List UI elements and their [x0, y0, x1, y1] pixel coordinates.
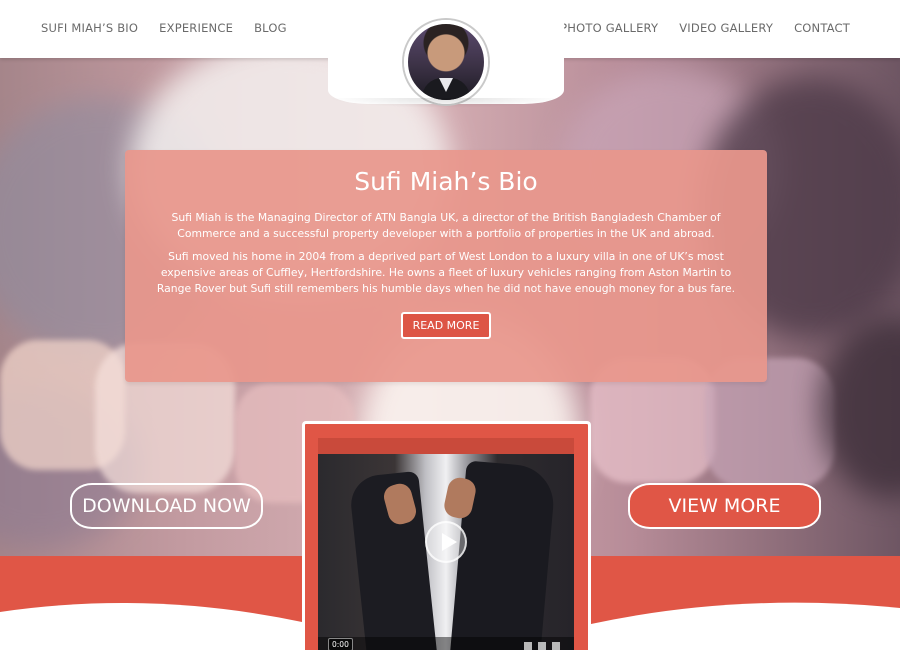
view-more-label: VIEW MORE	[668, 495, 781, 517]
video-box: 0:00	[302, 421, 591, 650]
view-more-button[interactable]: VIEW MORE	[628, 483, 821, 529]
video-header-bar	[318, 438, 574, 454]
video-controls-bar[interactable]	[318, 637, 574, 650]
volume-icon[interactable]	[524, 642, 532, 650]
video-control-icons	[524, 642, 560, 650]
video-player[interactable]: 0:00	[318, 454, 574, 650]
read-more-button[interactable]: READ MORE	[400, 312, 492, 339]
nav-link-photo-gallery[interactable]: PHOTO GALLERY	[560, 21, 658, 35]
play-icon[interactable]	[425, 521, 467, 563]
nav-link-bio[interactable]: SUFI MIAH’S BIO	[41, 21, 138, 35]
nav-right-group: PHOTO GALLERY VIDEO GALLERY CONTACT	[560, 21, 850, 35]
download-now-label: DOWNLOAD NOW	[82, 495, 251, 517]
download-now-button[interactable]: DOWNLOAD NOW	[70, 483, 263, 529]
fullscreen-icon[interactable]	[552, 642, 560, 650]
avatar-tab	[328, 0, 564, 108]
video-time-label: 0:00	[328, 638, 353, 650]
nav-link-contact[interactable]: CONTACT	[794, 21, 850, 35]
nav-link-video-gallery[interactable]: VIDEO GALLERY	[679, 21, 773, 35]
bokeh-light	[820, 318, 900, 498]
nav-link-experience[interactable]: EXPERIENCE	[159, 21, 233, 35]
bio-title: Sufi Miah’s Bio	[354, 167, 538, 196]
bio-paragraph-1: Sufi Miah is the Managing Director of AT…	[171, 211, 721, 240]
nav-link-blog[interactable]: BLOG	[254, 21, 287, 35]
bio-card: Sufi Miah’s Bio Sufi Miah is the Managin…	[125, 150, 767, 382]
nav-left-group: SUFI MIAH’S BIO EXPERIENCE BLOG	[41, 21, 287, 35]
avatar[interactable]	[404, 20, 488, 104]
settings-icon[interactable]	[538, 642, 546, 650]
bio-paragraph-2: Sufi moved his home in 2004 from a depri…	[156, 250, 736, 295]
